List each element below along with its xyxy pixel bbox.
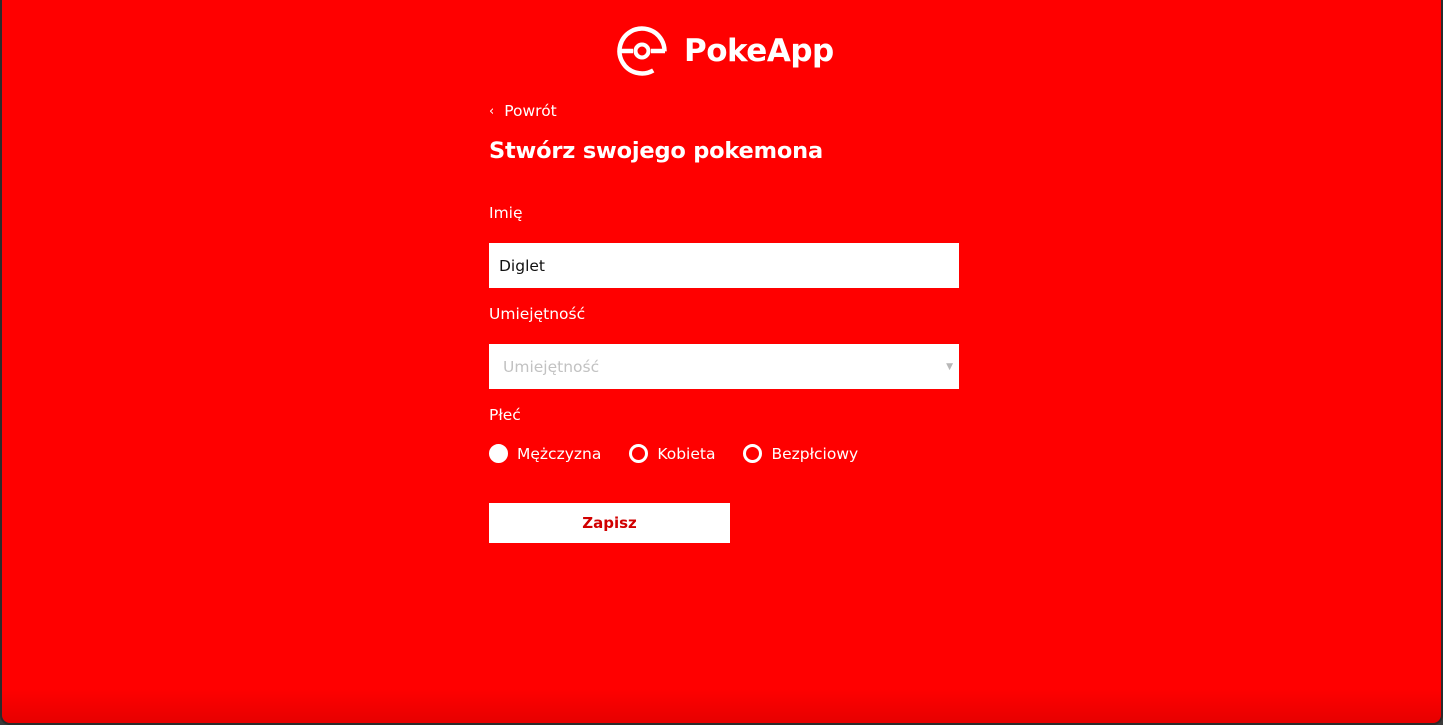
gender-option-label: Bezpłciowy [771,444,859,463]
gender-option-label: Mężczyzna [517,444,602,463]
back-link[interactable]: ‹ Powrót [489,102,557,120]
skill-label: Umiejętność [489,305,586,323]
page-title: Stwórz swojego pokemona [489,138,823,164]
radio-unchecked-icon[interactable] [629,444,649,463]
skill-select[interactable]: Umiejętność ▼ [489,344,959,389]
app-window: PokeApp ‹ Powrót Stwórz swojego pokemona… [0,0,1443,725]
gender-option-label: Kobieta [657,444,716,463]
gender-radio-group: Mężczyzna Kobieta Bezpłciowy [489,444,886,463]
app-logo[interactable]: PokeApp [616,25,834,77]
window-bottom-shadow [2,689,1441,723]
name-label: Imię [489,204,523,222]
radio-checked-icon[interactable] [489,444,508,463]
gender-label: Płeć [489,406,521,424]
gender-option-female[interactable]: Kobieta [629,444,715,463]
gender-option-male[interactable]: Mężczyzna [489,444,601,463]
back-label: Powrót [504,102,557,120]
chevron-down-icon: ▼ [946,361,953,372]
app-name: PokeApp [684,33,834,69]
pokeball-icon [616,25,668,77]
chevron-left-icon: ‹ [489,103,495,119]
skill-select-placeholder: Umiejętność [503,357,600,376]
gender-option-genderless[interactable]: Bezpłciowy [743,444,858,463]
name-input[interactable] [489,243,959,288]
radio-unchecked-icon[interactable] [743,444,763,463]
save-button[interactable]: Zapisz [489,503,730,543]
